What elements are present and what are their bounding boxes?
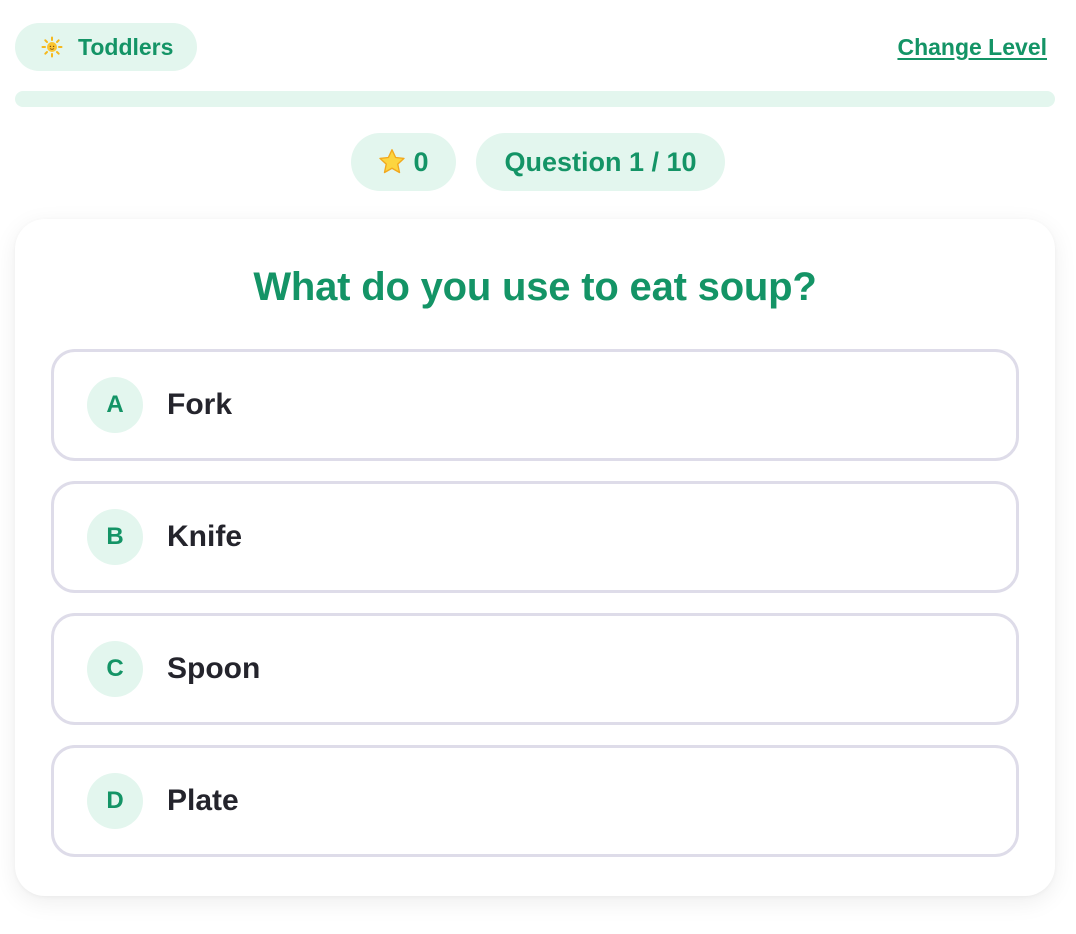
level-label: Toddlers bbox=[78, 33, 174, 60]
option-b[interactable]: B Knife bbox=[51, 481, 1019, 593]
option-text: Plate bbox=[167, 784, 239, 817]
question-card: What do you use to eat soup? A Fork B Kn… bbox=[15, 219, 1055, 896]
option-letter: C bbox=[87, 641, 143, 697]
option-text: Fork bbox=[167, 388, 233, 421]
option-letter: B bbox=[87, 509, 143, 565]
level-badge: Toddlers bbox=[15, 23, 198, 71]
option-c[interactable]: C Spoon bbox=[51, 613, 1019, 725]
option-letter: D bbox=[87, 773, 143, 829]
option-a[interactable]: A Fork bbox=[51, 349, 1019, 461]
progress-bar bbox=[15, 91, 1055, 107]
quiz-page: Toddlers Change Level 0 Question 1 / 10 … bbox=[0, 0, 1076, 934]
score-badge: 0 bbox=[351, 133, 457, 191]
stats-row: 0 Question 1 / 10 bbox=[0, 133, 1076, 191]
change-level-link[interactable]: Change Level bbox=[897, 34, 1047, 61]
answer-options: A Fork B Knife C Spoon D Plate bbox=[51, 349, 1019, 877]
option-text: Knife bbox=[167, 520, 242, 553]
question-counter: Question 1 / 10 bbox=[476, 133, 725, 191]
option-text: Spoon bbox=[167, 652, 261, 685]
question-text: What do you use to eat soup? bbox=[253, 265, 817, 309]
top-bar: Toddlers Change Level bbox=[15, 23, 1055, 71]
score-value: 0 bbox=[413, 146, 429, 177]
star-icon bbox=[377, 147, 407, 177]
sun-icon bbox=[40, 35, 64, 59]
option-letter: A bbox=[87, 377, 143, 433]
option-d[interactable]: D Plate bbox=[51, 745, 1019, 857]
